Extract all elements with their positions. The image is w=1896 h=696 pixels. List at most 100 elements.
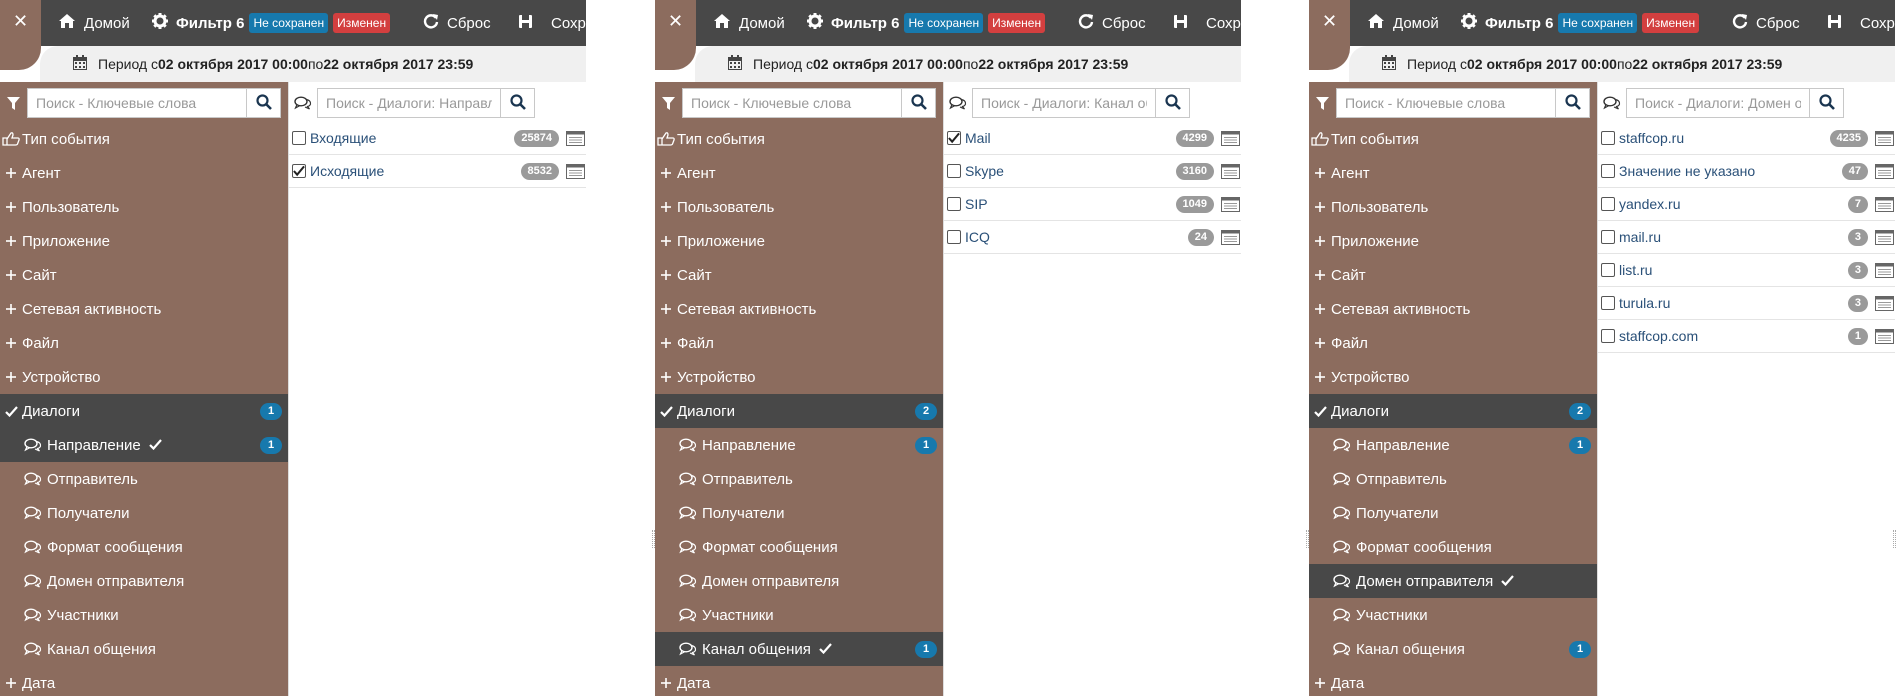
sidebar-item-dialogs[interactable]: Диалоги 1 bbox=[0, 394, 288, 428]
sidebar-subitem-channel[interactable]: Канал общения bbox=[0, 632, 288, 666]
sidebar-subitem-participants[interactable]: Участники bbox=[655, 598, 943, 632]
checkbox[interactable] bbox=[292, 131, 306, 145]
sidebar-item-date[interactable]: Дата bbox=[0, 666, 288, 696]
reset-button[interactable]: Сброс bbox=[423, 0, 491, 46]
save-button[interactable]: Сохра bbox=[1827, 0, 1895, 46]
sidebar-item-file[interactable]: Файл bbox=[0, 326, 288, 360]
sidebar-item-file[interactable]: Файл bbox=[655, 326, 943, 360]
home-button[interactable]: Домой bbox=[58, 0, 130, 46]
checkbox[interactable] bbox=[947, 164, 961, 178]
sidebar-item-agent[interactable]: Агент bbox=[0, 156, 288, 190]
sidebar-item-file[interactable]: Файл bbox=[1309, 326, 1597, 360]
list-item[interactable]: Значение не указано 47 bbox=[1598, 155, 1895, 188]
sidebar-item-network[interactable]: Сетевая активность bbox=[0, 292, 288, 326]
period-bar[interactable]: Период с 02 октября 2017 00:00 по 22 октябр… bbox=[695, 46, 1241, 82]
sidebar-item-event-type[interactable]: Тип события bbox=[0, 122, 288, 156]
checkbox[interactable] bbox=[1601, 197, 1615, 211]
sidebar-subitem-recipients[interactable]: Получатели bbox=[0, 496, 288, 530]
list-item[interactable]: Skype 3160 bbox=[944, 155, 1241, 188]
checkbox[interactable] bbox=[1601, 329, 1615, 343]
sidebar-item-user[interactable]: Пользователь bbox=[1309, 190, 1597, 224]
sidebar-item-user[interactable]: Пользователь bbox=[0, 190, 288, 224]
sidebar-item-site[interactable]: Сайт bbox=[655, 258, 943, 292]
keyword-search-input[interactable] bbox=[1337, 89, 1555, 117]
home-button[interactable]: Домой bbox=[713, 0, 785, 46]
list-item[interactable]: Исходящие 8532 bbox=[289, 155, 586, 188]
keyword-search-button[interactable] bbox=[1555, 89, 1589, 117]
sidebar-subitem-message-format[interactable]: Формат сообщения bbox=[0, 530, 288, 564]
close-button[interactable]: ✕ bbox=[655, 0, 696, 70]
table-icon[interactable] bbox=[1221, 197, 1240, 215]
list-item[interactable]: Входящие 25874 bbox=[289, 122, 586, 155]
list-item[interactable]: staffcop.com 1 bbox=[1598, 320, 1895, 353]
resize-grip[interactable] bbox=[1306, 530, 1309, 548]
list-item[interactable]: turula.ru 3 bbox=[1598, 287, 1895, 320]
table-icon[interactable] bbox=[1875, 263, 1894, 281]
close-button[interactable]: ✕ bbox=[0, 0, 41, 70]
close-button[interactable]: ✕ bbox=[1309, 0, 1350, 70]
sidebar-item-application[interactable]: Приложение bbox=[655, 224, 943, 258]
values-search-button[interactable] bbox=[1809, 89, 1843, 117]
sidebar-subitem-channel[interactable]: Канал общения 1 bbox=[1309, 632, 1597, 666]
sidebar-subitem-sender-domain[interactable]: Домен отправителя bbox=[1309, 564, 1597, 598]
sidebar-subitem-participants[interactable]: Участники bbox=[0, 598, 288, 632]
reset-button[interactable]: Сброс bbox=[1078, 0, 1146, 46]
sidebar-item-dialogs[interactable]: Диалоги 2 bbox=[655, 394, 943, 428]
list-item[interactable]: mail.ru 3 bbox=[1598, 221, 1895, 254]
checkbox[interactable] bbox=[1601, 164, 1615, 178]
sidebar-item-agent[interactable]: Агент bbox=[1309, 156, 1597, 190]
sidebar-subitem-message-format[interactable]: Формат сообщения bbox=[1309, 530, 1597, 564]
sidebar-item-site[interactable]: Сайт bbox=[0, 258, 288, 292]
sidebar-subitem-channel[interactable]: Канал общения 1 bbox=[655, 632, 943, 666]
resize-grip[interactable] bbox=[652, 530, 655, 548]
sidebar-subitem-direction[interactable]: Направление 1 bbox=[1309, 428, 1597, 462]
checkbox[interactable] bbox=[1601, 131, 1615, 145]
sidebar-item-date[interactable]: Дата bbox=[655, 666, 943, 696]
table-icon[interactable] bbox=[1875, 296, 1894, 314]
sidebar-item-device[interactable]: Устройство bbox=[655, 360, 943, 394]
save-button[interactable]: Сохра bbox=[518, 0, 586, 46]
list-item[interactable]: yandex.ru 7 bbox=[1598, 188, 1895, 221]
table-icon[interactable] bbox=[1221, 131, 1240, 149]
period-bar[interactable]: Период с 02 октября 2017 00:00 по 22 октябр… bbox=[1349, 46, 1895, 82]
table-icon[interactable] bbox=[1221, 164, 1240, 182]
table-icon[interactable] bbox=[1875, 131, 1894, 149]
values-search-input[interactable] bbox=[318, 89, 500, 117]
sidebar-subitem-direction[interactable]: Направление 1 bbox=[655, 428, 943, 462]
table-icon[interactable] bbox=[566, 164, 585, 182]
keyword-search-button[interactable] bbox=[246, 89, 280, 117]
sidebar-item-event-type[interactable]: Тип события bbox=[1309, 122, 1597, 156]
sidebar-item-application[interactable]: Приложение bbox=[1309, 224, 1597, 258]
keyword-search-input[interactable] bbox=[683, 89, 901, 117]
table-icon[interactable] bbox=[1875, 164, 1894, 182]
list-item[interactable]: Mail 4299 bbox=[944, 122, 1241, 155]
table-icon[interactable] bbox=[566, 131, 585, 149]
table-icon[interactable] bbox=[1875, 329, 1894, 347]
checkbox[interactable] bbox=[1601, 296, 1615, 310]
values-search-button[interactable] bbox=[500, 89, 534, 117]
period-bar[interactable]: Период с 02 октября 2017 00:00 по 22 октябр… bbox=[40, 46, 586, 82]
sidebar-item-device[interactable]: Устройство bbox=[1309, 360, 1597, 394]
sidebar-subitem-recipients[interactable]: Получатели bbox=[655, 496, 943, 530]
filter-title[interactable]: Фильтр 6 Не сохранен Изменен bbox=[152, 0, 391, 46]
sidebar-item-site[interactable]: Сайт bbox=[1309, 258, 1597, 292]
sidebar-subitem-participants[interactable]: Участники bbox=[1309, 598, 1597, 632]
sidebar-subitem-direction[interactable]: Направление 1 bbox=[0, 428, 288, 462]
sidebar-item-user[interactable]: Пользователь bbox=[655, 190, 943, 224]
filter-title[interactable]: Фильтр 6 Не сохранен Изменен bbox=[807, 0, 1046, 46]
list-item[interactable]: list.ru 3 bbox=[1598, 254, 1895, 287]
sidebar-subitem-sender[interactable]: Отправитель bbox=[1309, 462, 1597, 496]
list-item[interactable]: ICQ 24 bbox=[944, 221, 1241, 254]
sidebar-item-application[interactable]: Приложение bbox=[0, 224, 288, 258]
list-item[interactable]: staffcop.ru 4235 bbox=[1598, 122, 1895, 155]
checkbox[interactable] bbox=[947, 230, 961, 244]
sidebar-item-device[interactable]: Устройство bbox=[0, 360, 288, 394]
sidebar-item-network[interactable]: Сетевая активность bbox=[655, 292, 943, 326]
sidebar-item-network[interactable]: Сетевая активность bbox=[1309, 292, 1597, 326]
keyword-search-input[interactable] bbox=[28, 89, 246, 117]
sidebar-subitem-message-format[interactable]: Формат сообщения bbox=[655, 530, 943, 564]
sidebar-item-agent[interactable]: Агент bbox=[655, 156, 943, 190]
sidebar-subitem-recipients[interactable]: Получатели bbox=[1309, 496, 1597, 530]
list-item[interactable]: SIP 1049 bbox=[944, 188, 1241, 221]
sidebar-subitem-sender[interactable]: Отправитель bbox=[655, 462, 943, 496]
